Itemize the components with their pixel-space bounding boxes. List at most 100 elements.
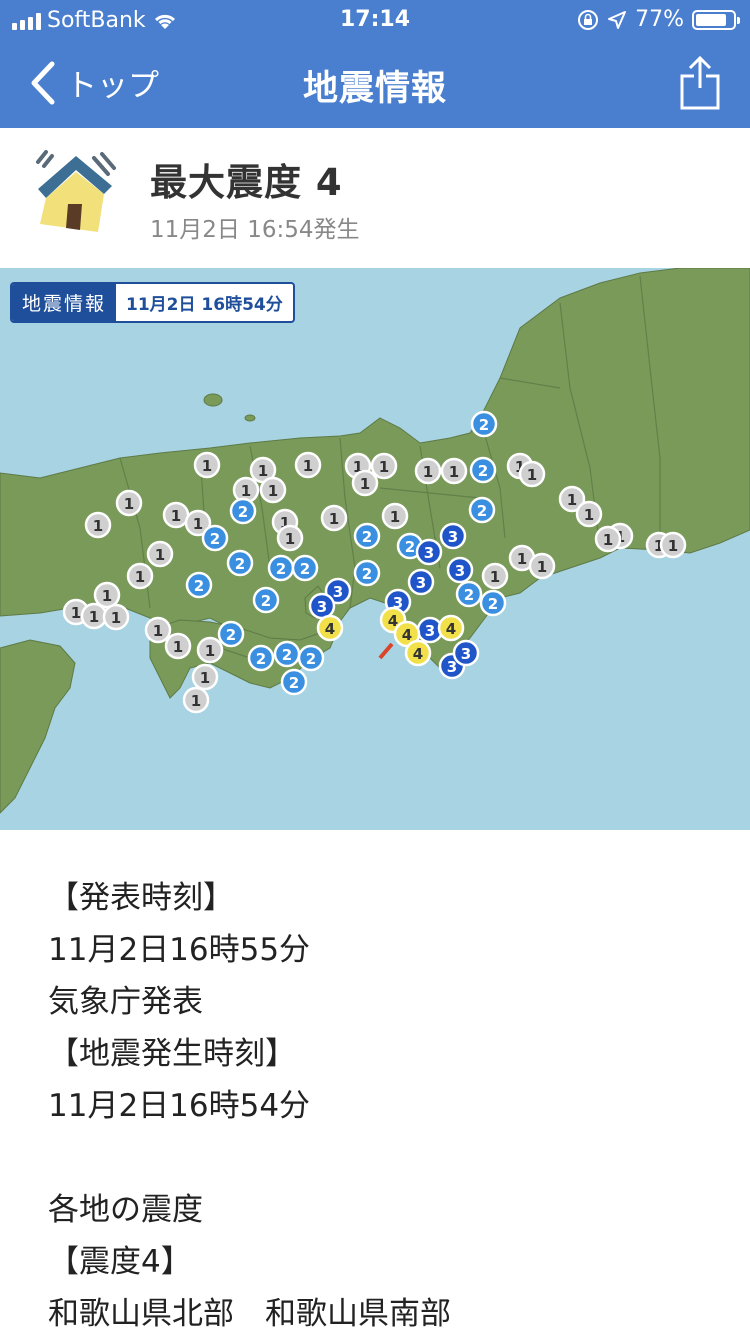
intensity-1-marker: 1	[440, 457, 468, 485]
intensity-2-marker: 2	[252, 586, 280, 614]
svg-text:3: 3	[448, 528, 458, 546]
svg-text:3: 3	[461, 645, 471, 663]
intensity-2-marker: 2	[226, 549, 254, 577]
max-intensity-title: 最大震度 4	[150, 161, 343, 204]
intensity-1-marker: 1	[414, 457, 442, 485]
svg-text:1: 1	[268, 482, 278, 500]
intensity-1-marker: 1	[115, 489, 143, 517]
svg-text:2: 2	[256, 650, 266, 668]
svg-text:1: 1	[191, 692, 201, 710]
svg-text:1: 1	[603, 531, 613, 549]
svg-text:1: 1	[527, 466, 537, 484]
svg-text:1: 1	[360, 475, 370, 493]
intensity-3-marker: 3	[415, 538, 443, 566]
svg-text:1: 1	[102, 587, 112, 605]
intensity-1-marker: 1	[481, 562, 509, 590]
battery-icon	[692, 9, 740, 30]
intensity-3-marker: 3	[439, 522, 467, 550]
intensity-3-marker: 3	[452, 639, 480, 667]
svg-text:3: 3	[317, 598, 327, 616]
svg-text:1: 1	[537, 558, 547, 576]
intensity-2-marker: 2	[353, 522, 381, 550]
intensity-2-marker: 2	[217, 620, 245, 648]
navigation-bar: トップ 地震情報	[0, 40, 750, 128]
intensity-1-marker: 1	[93, 581, 121, 609]
svg-text:2: 2	[235, 555, 245, 573]
svg-text:2: 2	[306, 650, 316, 668]
intensity-1-marker: 1	[193, 451, 221, 479]
detail-line: 気象庁発表	[48, 984, 203, 1020]
intensity-3-marker: 3	[407, 568, 435, 596]
intensity-map[interactable]: 1111111111111111111111111111111111111111…	[0, 268, 750, 830]
intensity-2-marker: 2	[291, 554, 319, 582]
intensity-1-marker: 1	[370, 452, 398, 480]
svg-text:1: 1	[329, 510, 339, 528]
svg-text:1: 1	[200, 669, 210, 687]
page-title: 地震情報	[302, 69, 447, 109]
map-info-badge: 地震情報 11月2日 16時54分	[10, 282, 295, 323]
intensity-1-marker: 1	[182, 686, 210, 714]
detail-line: 和歌山県北部 和歌山県南部	[48, 1296, 451, 1332]
epicenter-mark	[378, 642, 394, 660]
svg-text:1: 1	[153, 622, 163, 640]
svg-text:2: 2	[405, 538, 415, 556]
svg-text:1: 1	[202, 457, 212, 475]
svg-text:1: 1	[567, 491, 577, 509]
svg-text:2: 2	[276, 560, 286, 578]
svg-text:1: 1	[173, 638, 183, 656]
intensity-1-marker: 1	[659, 531, 687, 559]
intensity-2-marker: 2	[469, 456, 497, 484]
svg-text:2: 2	[238, 503, 248, 521]
svg-text:2: 2	[210, 530, 220, 548]
svg-text:2: 2	[300, 560, 310, 578]
rotation-lock-icon	[578, 9, 599, 30]
intensity-4-marker: 4	[316, 614, 344, 642]
status-right: 77%	[577, 7, 740, 32]
intensity-2-marker: 2	[468, 496, 496, 524]
svg-text:3: 3	[416, 574, 426, 592]
intensity-3-marker: 3	[446, 556, 474, 584]
svg-text:2: 2	[478, 462, 488, 480]
svg-text:3: 3	[333, 583, 343, 601]
svg-text:1: 1	[303, 457, 313, 475]
intensity-1-marker: 1	[80, 602, 108, 630]
detail-line: 11月2日16時55分	[48, 932, 311, 968]
intensity-1-marker: 1	[294, 451, 322, 479]
svg-text:1: 1	[517, 550, 527, 568]
svg-text:4: 4	[402, 626, 412, 644]
detail-line: 【地震発生時刻】	[48, 1036, 296, 1072]
svg-text:1: 1	[668, 537, 678, 555]
detail-line: 各地の震度	[48, 1192, 203, 1228]
detail-line: 【震度4】	[48, 1244, 192, 1280]
share-button[interactable]	[680, 55, 720, 114]
svg-text:1: 1	[205, 642, 215, 660]
svg-text:1: 1	[135, 568, 145, 586]
quake-summary: 最大震度 4 11月2日 16:54発生	[0, 128, 750, 269]
svg-text:3: 3	[424, 544, 434, 562]
svg-text:1: 1	[423, 463, 433, 481]
svg-text:3: 3	[455, 562, 465, 580]
detail-line: 【発表時刻】	[48, 880, 234, 916]
intensity-1-marker: 1	[594, 525, 622, 553]
share-icon	[680, 55, 720, 110]
svg-text:3: 3	[425, 622, 435, 640]
svg-text:1: 1	[124, 495, 134, 513]
svg-text:2: 2	[226, 626, 236, 644]
svg-text:1: 1	[449, 463, 459, 481]
intensity-markers: 1111111111111111111111111111111111111111…	[62, 410, 687, 714]
intensity-1-marker: 1	[196, 636, 224, 664]
intensity-1-marker: 1	[320, 504, 348, 532]
intensity-2-marker: 2	[455, 580, 483, 608]
detail-line	[48, 1132, 728, 1184]
svg-text:2: 2	[479, 416, 489, 434]
intensity-4-marker: 4	[404, 639, 432, 667]
svg-text:1: 1	[584, 506, 594, 524]
svg-text:1: 1	[71, 604, 81, 622]
svg-text:4: 4	[413, 645, 423, 663]
intensity-2-marker: 2	[297, 644, 325, 672]
svg-text:2: 2	[362, 528, 372, 546]
quake-details: 【発表時刻】 11月2日16時55分 気象庁発表 【地震発生時刻】 11月2日16時54…	[48, 872, 728, 1340]
intensity-3-marker: 3	[308, 592, 336, 620]
intensity-2-marker: 2	[353, 559, 381, 587]
intensity-1-marker: 1	[126, 562, 154, 590]
